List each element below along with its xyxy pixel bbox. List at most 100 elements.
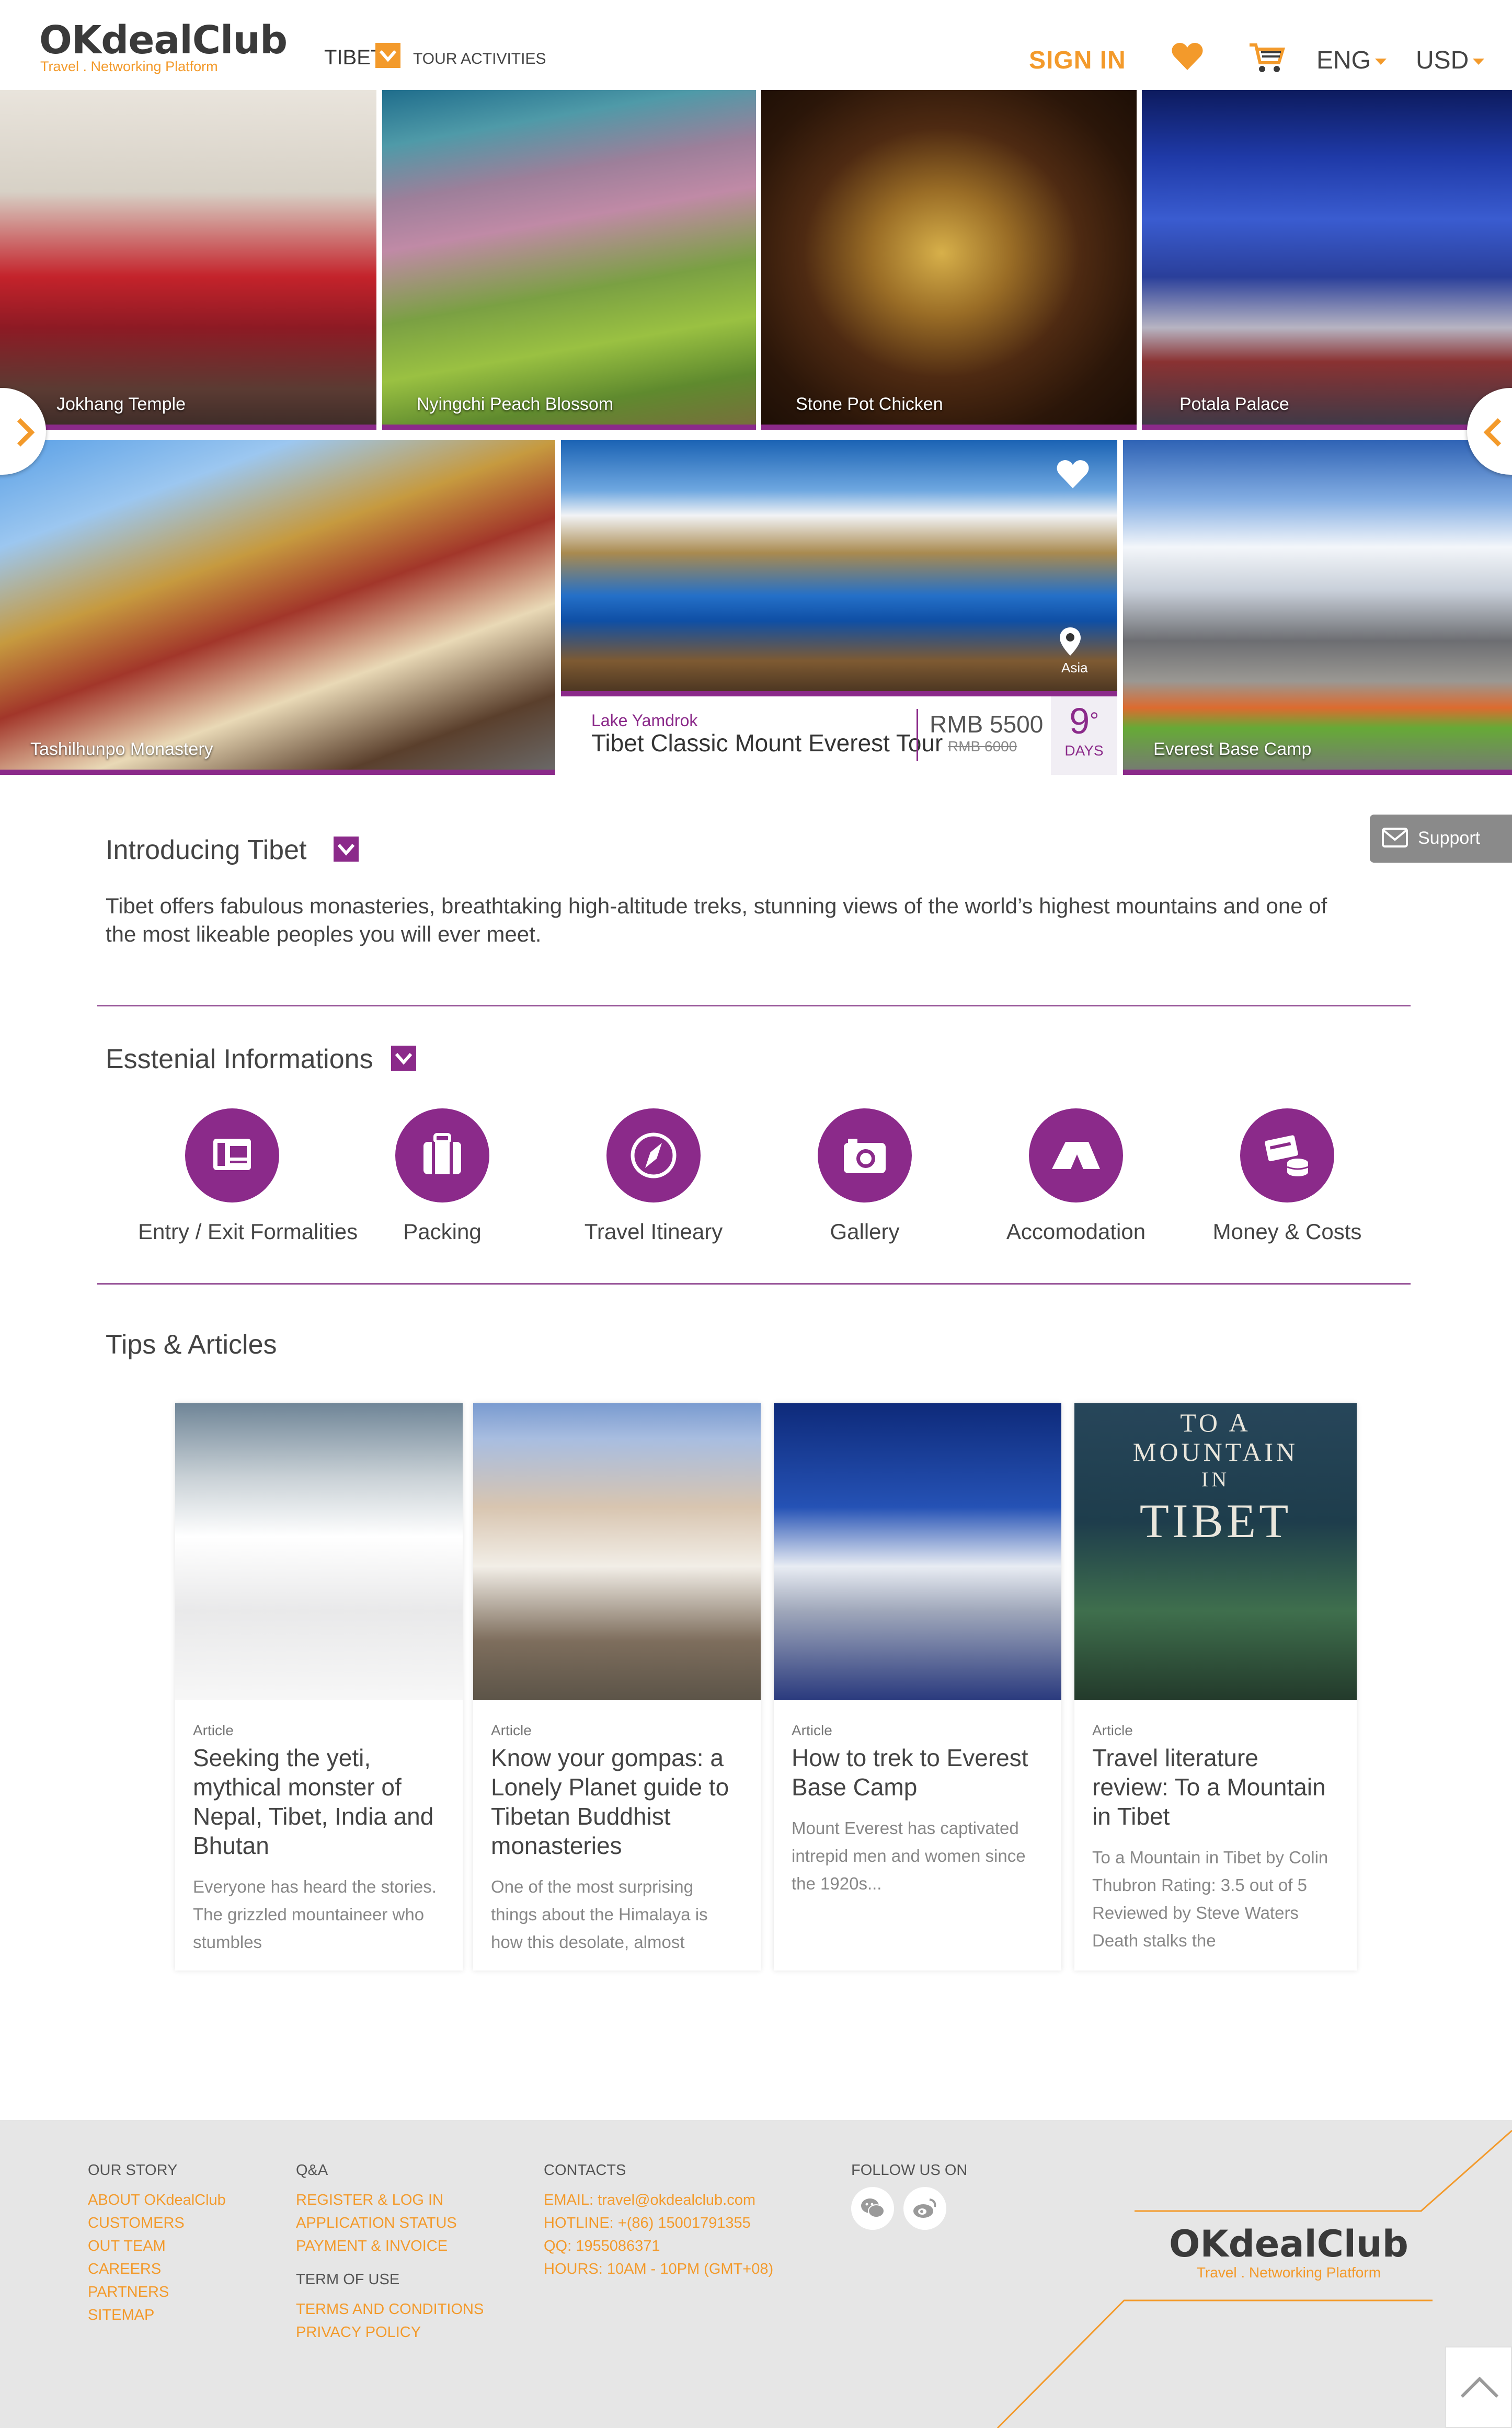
tile-label: Jokhang Temple <box>56 394 186 414</box>
essential-label: Packing <box>403 1219 482 1244</box>
footer-contacts: CONTACTS EMAIL: travel@okdealclub.com HO… <box>544 2162 773 2281</box>
gallery-tile-potala-palace[interactable]: Potala Palace <box>1142 90 1512 430</box>
article-card[interactable]: Article How to trek to Everest Base Camp… <box>774 1403 1061 1971</box>
footer-link[interactable]: PARTNERS <box>88 2281 226 2304</box>
book-cover-line: IN <box>1201 1468 1230 1491</box>
essential-label: Entry / Exit Formalities <box>138 1219 358 1244</box>
sign-in-button[interactable]: SIGN IN <box>1029 46 1126 75</box>
essential-packing[interactable]: Packing <box>348 1108 536 1244</box>
article-title: How to trek to Everest Base Camp <box>792 1744 1028 1801</box>
tour-days-number: 9° <box>1069 701 1099 741</box>
wechat-icon[interactable] <box>851 2187 894 2230</box>
shopping-cart-icon[interactable] <box>1248 42 1286 77</box>
passport-icon <box>185 1108 279 1202</box>
section-divider <box>97 1283 1411 1285</box>
book-cover-line: MOUNTAIN <box>1132 1437 1299 1467</box>
footer-follow: FOLLOW US ON <box>851 2162 967 2189</box>
article-excerpt: Mount Everest has captivated intrepid me… <box>792 1818 1026 1893</box>
intro-text: Tibet offers fabulous monasteries, breat… <box>106 894 1327 946</box>
footer-logo[interactable]: OKdealClub Travel . Networking Platform <box>1169 2224 1408 2281</box>
article-image-yeti <box>175 1403 463 1700</box>
footer-link[interactable]: OUT TEAM <box>88 2235 226 2258</box>
essential-entry-exit[interactable]: Entry / Exit Formalities <box>138 1108 358 1244</box>
essentials-toggle-icon[interactable] <box>391 1046 416 1071</box>
article-kind: Article <box>1092 1722 1133 1738</box>
mail-icon <box>1382 828 1408 847</box>
footer-heading: FOLLOW US ON <box>851 2162 968 2179</box>
gallery-tile-nyingchi-peach-blossom[interactable]: Nyingchi Peach Blossom <box>382 90 756 430</box>
essentials-title: Esstenial Informations <box>106 1044 373 1074</box>
article-image-monastery <box>473 1403 761 1700</box>
footer-link[interactable]: APPLICATION STATUS <box>296 2212 484 2235</box>
tour-activities-link[interactable]: TOUR ACTIVITIES <box>413 50 546 68</box>
article-title: Travel literature review: To a Mountain … <box>1092 1744 1326 1830</box>
footer-link[interactable]: REGISTER & LOG IN <box>296 2189 484 2212</box>
gallery-tile-everest-base-camp[interactable]: Everest Base Camp <box>1123 440 1512 775</box>
favorite-heart-icon[interactable] <box>1056 459 1090 492</box>
destination-selector[interactable]: TIBET <box>324 46 383 70</box>
tile-label: Everest Base Camp <box>1153 739 1312 759</box>
essential-label: Money & Costs <box>1212 1219 1362 1244</box>
tile-label: Stone Pot Chicken <box>796 394 943 414</box>
gallery-tile-jokhang-temple[interactable]: Jokhang Temple <box>0 90 376 430</box>
intro-toggle-icon[interactable] <box>334 837 359 862</box>
site-footer: OUR STORY ABOUT OKdealClub CUSTOMERS OUT… <box>0 2120 1512 2428</box>
article-card[interactable]: TO A MOUNTAIN IN TIBET Article Travel li… <box>1074 1403 1357 1971</box>
footer-link[interactable]: PRIVACY POLICY <box>296 2321 484 2344</box>
book-cover-line: TIBET <box>1139 1494 1292 1548</box>
footer-link[interactable]: ABOUT OKdealClub <box>88 2189 226 2212</box>
article-excerpt: Everyone has heard the stories. The griz… <box>193 1877 437 1952</box>
tips-title: Tips & Articles <box>106 1330 277 1360</box>
footer-link[interactable]: HOTLINE: +(86) 15001791355 <box>544 2212 773 2235</box>
tour-location: Lake Yamdrok <box>591 711 698 730</box>
essential-money-costs[interactable]: Money & Costs <box>1193 1108 1381 1244</box>
tour-days-label: DAYS <box>1064 742 1104 759</box>
essential-accommodation[interactable]: Accomodation <box>982 1108 1170 1244</box>
featured-tour-card[interactable]: Lake Yamdrok Tibet Classic Mount Everest… <box>561 691 1117 775</box>
footer-link[interactable]: SITEMAP <box>88 2304 226 2327</box>
tile-accent-bar <box>1142 425 1512 430</box>
weibo-icon[interactable] <box>903 2187 946 2230</box>
footer-link: HOURS: 10AM - 10PM (GMT+08) <box>544 2261 774 2277</box>
section-divider <box>97 1005 1411 1006</box>
logo-wordmark: OKdealClub <box>39 18 288 63</box>
footer-link[interactable]: TERMS AND CONDITIONS <box>296 2298 484 2321</box>
tile-accent-bar <box>382 425 756 430</box>
tile-accent-bar <box>0 425 376 430</box>
article-excerpt: One of the most surprising things about … <box>491 1877 708 1952</box>
footer-heading: CONTACTS <box>544 2162 626 2179</box>
footer-heading: OUR STORY <box>88 2162 178 2179</box>
destination-check-icon[interactable] <box>375 43 400 68</box>
footer-link[interactable]: CAREERS <box>88 2258 226 2281</box>
suitcase-icon <box>395 1108 489 1202</box>
gallery-tile-stone-pot-chicken[interactable]: Stone Pot Chicken <box>761 90 1137 430</box>
gallery-tile-lake-yamdrok[interactable] <box>561 440 1117 691</box>
tour-price: RMB 5500 <box>930 711 1044 738</box>
footer-link: QQ: 1955086371 <box>544 2238 660 2254</box>
site-header: OKdealClub Travel . Networking Platform … <box>0 0 1512 90</box>
chevron-down-icon <box>1473 59 1485 65</box>
essential-gallery[interactable]: Gallery <box>771 1108 959 1244</box>
book-cover-line: TO A <box>1180 1408 1251 1437</box>
footer-qa: Q&A REGISTER & LOG IN APPLICATION STATUS… <box>296 2162 484 2344</box>
gallery-tile-tashilhunpo-monastery[interactable]: Tashilhunpo Monastery <box>0 440 555 775</box>
tile-label: Potala Palace <box>1179 394 1289 414</box>
footer-link[interactable]: CUSTOMERS <box>88 2212 226 2235</box>
wishlist-heart-icon[interactable] <box>1171 42 1204 74</box>
footer-link[interactable]: PAYMENT & INVOICE <box>296 2235 484 2258</box>
footer-link[interactable]: EMAIL: travel@okdealclub.com <box>544 2189 773 2212</box>
back-to-top-button[interactable] <box>1445 2346 1512 2428</box>
footer-heading: TERM OF USE <box>296 2271 400 2288</box>
currency-selector[interactable]: USD <box>1416 46 1485 75</box>
tour-name: Tibet Classic Mount Everest Tour <box>591 729 943 757</box>
article-card[interactable]: Article Seeking the yeti, mythical monst… <box>175 1403 463 1971</box>
article-kind: Article <box>193 1722 234 1738</box>
essential-travel-itinerary[interactable]: Travel Itineary <box>559 1108 748 1244</box>
language-selector[interactable]: ENG <box>1316 46 1387 75</box>
essential-label: Accomodation <box>1006 1219 1146 1244</box>
site-logo[interactable]: OKdealClub Travel . Networking Platform <box>39 18 288 75</box>
support-button[interactable]: Support <box>1370 815 1512 863</box>
money-icon <box>1240 1108 1334 1202</box>
chevron-down-icon <box>1375 59 1387 65</box>
article-card[interactable]: Article Know your gompas: a Lonely Plane… <box>473 1403 761 1971</box>
